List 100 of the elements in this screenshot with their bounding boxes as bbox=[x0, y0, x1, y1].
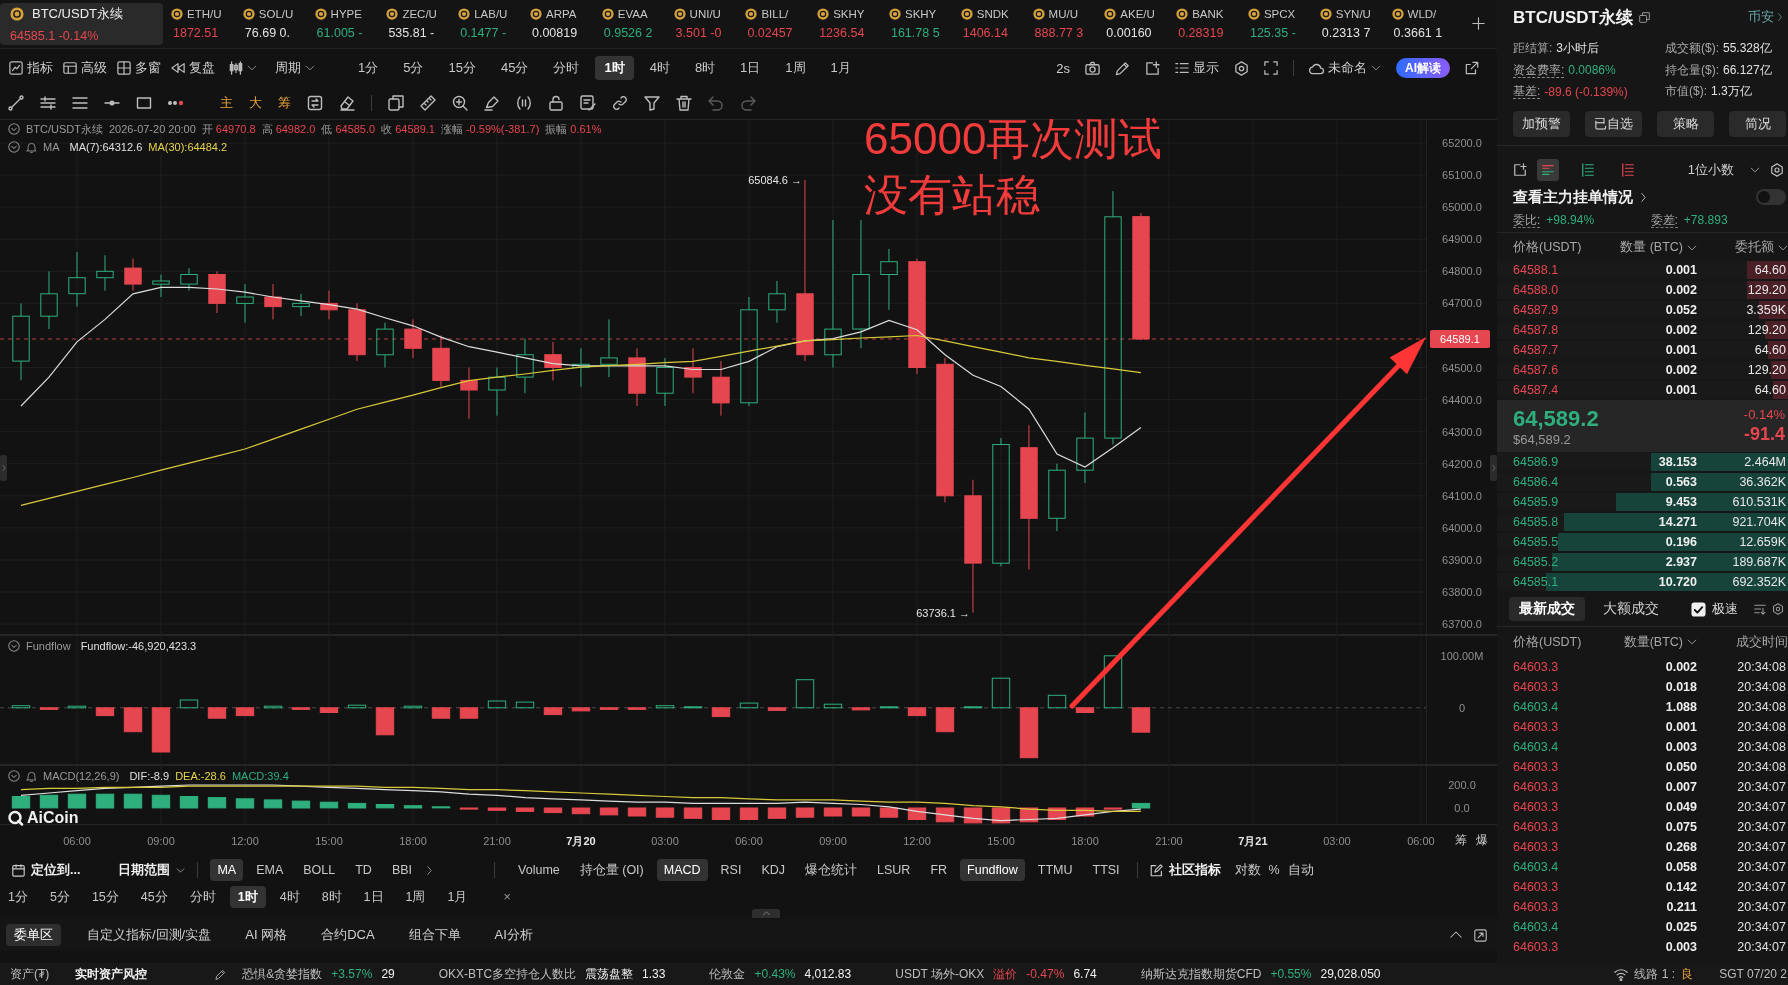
trash-icon[interactable] bbox=[676, 95, 692, 111]
panel-tab[interactable]: AI 网格 bbox=[237, 924, 296, 946]
settings-icon[interactable] bbox=[1234, 60, 1249, 76]
community-button[interactable]: 社区指标 bbox=[1149, 859, 1221, 881]
ticker-tab[interactable]: ARPA 0.00819 bbox=[530, 0, 602, 48]
indicator-tab[interactable]: MACD bbox=[656, 859, 708, 881]
fullscreen-icon[interactable] bbox=[1264, 61, 1278, 75]
whale-orders-link[interactable]: 查看主力挂单情况 bbox=[1513, 187, 1648, 207]
indicator-tab[interactable]: EMA bbox=[249, 859, 291, 881]
interval-tab[interactable]: 1周 bbox=[397, 886, 434, 908]
eraser-icon[interactable] bbox=[339, 95, 355, 111]
interval-tab[interactable]: 分时 bbox=[544, 56, 589, 80]
indicator-tab[interactable]: RSI bbox=[713, 859, 749, 881]
layout-dropdown[interactable]: 未命名 bbox=[1309, 56, 1381, 80]
lock-icon[interactable] bbox=[548, 95, 564, 111]
display-button[interactable]: 显示 bbox=[1175, 56, 1219, 80]
collapse-icon[interactable] bbox=[8, 770, 20, 782]
add-window-icon[interactable] bbox=[1513, 163, 1527, 177]
refresh-rate-button[interactable]: 2s bbox=[1056, 60, 1070, 76]
interval-tab[interactable]: 15分 bbox=[83, 886, 127, 908]
ticker-tab[interactable]: MU/U 888.77 3 bbox=[1032, 0, 1105, 48]
ticker-tab[interactable]: BTC/USDT永续 64585.1 -0.14% bbox=[0, 3, 163, 45]
share-icon[interactable] bbox=[1465, 61, 1479, 75]
rectangle-icon[interactable] bbox=[136, 95, 152, 111]
indicator-tab[interactable]: BOLL bbox=[296, 859, 343, 881]
collapse-handle[interactable] bbox=[752, 909, 780, 918]
panel-handle[interactable] bbox=[1490, 455, 1497, 481]
ticker-tab[interactable]: BANK 0.28319 bbox=[1176, 0, 1248, 48]
ticker-tab[interactable]: ETH/U 1872.51 bbox=[171, 0, 243, 48]
panel-tab[interactable]: AI分析 bbox=[486, 924, 541, 946]
indicator-tab[interactable]: 爆仓统计 bbox=[798, 859, 865, 881]
exchange-link[interactable]: 币安 bbox=[1748, 8, 1788, 26]
toolbar-button[interactable]: 多窗 bbox=[117, 56, 161, 80]
interval-tab[interactable]: 15分 bbox=[439, 56, 485, 80]
interval-tab[interactable]: 8时 bbox=[313, 886, 350, 908]
filter-icon[interactable] bbox=[644, 95, 660, 111]
ticker-tab[interactable]: LAB/U 0.1477 - bbox=[458, 0, 530, 48]
trades-tab[interactable]: 最新成交 bbox=[1509, 597, 1585, 621]
ticker-tab[interactable]: ZEC/U 535.81 - bbox=[386, 0, 459, 48]
indicator-tab[interactable]: FR bbox=[923, 859, 955, 881]
panel-button[interactable]: 已自选 bbox=[1585, 111, 1642, 137]
ruler-icon[interactable] bbox=[420, 95, 436, 111]
ticker-tab[interactable]: SYN/U 0.2313 7 bbox=[1319, 0, 1392, 48]
interval-tab[interactable]: 45分 bbox=[491, 56, 538, 80]
interval-tab[interactable]: 1日 bbox=[731, 56, 770, 80]
panel-button[interactable]: 简况 bbox=[1729, 111, 1786, 137]
option-button[interactable]: % bbox=[1268, 863, 1280, 877]
precision-dropdown[interactable]: 1位小数 bbox=[1687, 161, 1760, 179]
interval-tab[interactable]: 45分 bbox=[132, 886, 176, 908]
link-icon[interactable] bbox=[612, 95, 628, 111]
ticker-tab[interactable]: SKHY 161.78 5 bbox=[888, 0, 961, 48]
indicator-tab[interactable]: TTMU bbox=[1030, 859, 1080, 881]
interval-tab[interactable]: 4时 bbox=[271, 886, 308, 908]
view-tab[interactable] bbox=[1537, 159, 1559, 181]
ticker-tab[interactable]: BILL/ 0.02457 bbox=[745, 0, 818, 48]
ai-button[interactable]: AI解读 bbox=[1396, 58, 1450, 78]
interval-tab[interactable]: 分时 bbox=[181, 886, 224, 908]
collapse-icon[interactable] bbox=[8, 123, 20, 135]
panel-tab[interactable]: 合约DCA bbox=[313, 924, 383, 946]
toolbar-button[interactable]: 复盘 bbox=[171, 56, 215, 80]
indicator-tab[interactable]: MA bbox=[210, 859, 244, 881]
settings-icon[interactable] bbox=[1770, 163, 1784, 177]
checkbox[interactable] bbox=[1691, 601, 1706, 617]
add-window-icon[interactable] bbox=[1145, 60, 1160, 76]
interval-tab[interactable]: 1分 bbox=[0, 886, 36, 908]
interval-tab[interactable]: 1时 bbox=[229, 886, 266, 908]
ticker-tab[interactable]: SPCX 125.35 - bbox=[1247, 0, 1320, 48]
interval-tab[interactable]: 4时 bbox=[640, 56, 679, 80]
interval-tab[interactable]: 1日 bbox=[355, 886, 392, 908]
horizontal-lines-icon[interactable] bbox=[72, 95, 88, 111]
panel-tab[interactable]: 委单区 bbox=[6, 924, 61, 946]
add-icon[interactable] bbox=[1472, 17, 1485, 30]
panel-tab[interactable]: 自定义指标/回测/实盘 bbox=[79, 924, 220, 946]
indicator-tab[interactable]: KDJ bbox=[754, 859, 793, 881]
indicator-tab[interactable]: BBI bbox=[384, 859, 420, 881]
locate-button[interactable]: 定位到... bbox=[12, 859, 81, 881]
zoom-in-icon[interactable] bbox=[452, 95, 468, 111]
copy-icon[interactable] bbox=[388, 95, 404, 111]
ticker-tab[interactable]: SOL/U 76.69 0. bbox=[242, 0, 315, 48]
panel-tab[interactable]: 组合下单 bbox=[400, 924, 469, 946]
copy-icon[interactable] bbox=[1638, 11, 1650, 23]
interval-tab[interactable]: 1月 bbox=[439, 886, 476, 908]
option-button[interactable]: 自动 bbox=[1287, 861, 1314, 879]
toolbar-button[interactable]: 高级 bbox=[63, 56, 107, 80]
period-dropdown[interactable]: 周期 bbox=[275, 56, 315, 80]
ticker-tab[interactable]: UNI/U 3.501 -0 bbox=[673, 0, 746, 48]
indicator-tab[interactable]: Fundflow bbox=[960, 859, 1025, 881]
panel-button[interactable]: 加预警 bbox=[1513, 111, 1570, 137]
ticker-tab[interactable]: WLD/ 0.3661 1 bbox=[1391, 0, 1464, 48]
expand-icon[interactable] bbox=[1474, 928, 1487, 942]
interval-tab[interactable]: 1时 bbox=[595, 56, 634, 80]
axis-button[interactable]: 爆 bbox=[1476, 832, 1488, 848]
interval-tab[interactable]: 1分 bbox=[349, 56, 388, 80]
square-arrows-icon[interactable] bbox=[307, 95, 323, 111]
pencil-icon[interactable] bbox=[1115, 60, 1130, 76]
settings-icon[interactable] bbox=[1772, 603, 1784, 615]
interval-tab[interactable]: 1月 bbox=[821, 56, 860, 80]
sort-icon[interactable] bbox=[1754, 603, 1766, 615]
interval-tab[interactable]: 1周 bbox=[776, 56, 815, 80]
panel-handle[interactable] bbox=[0, 455, 7, 481]
